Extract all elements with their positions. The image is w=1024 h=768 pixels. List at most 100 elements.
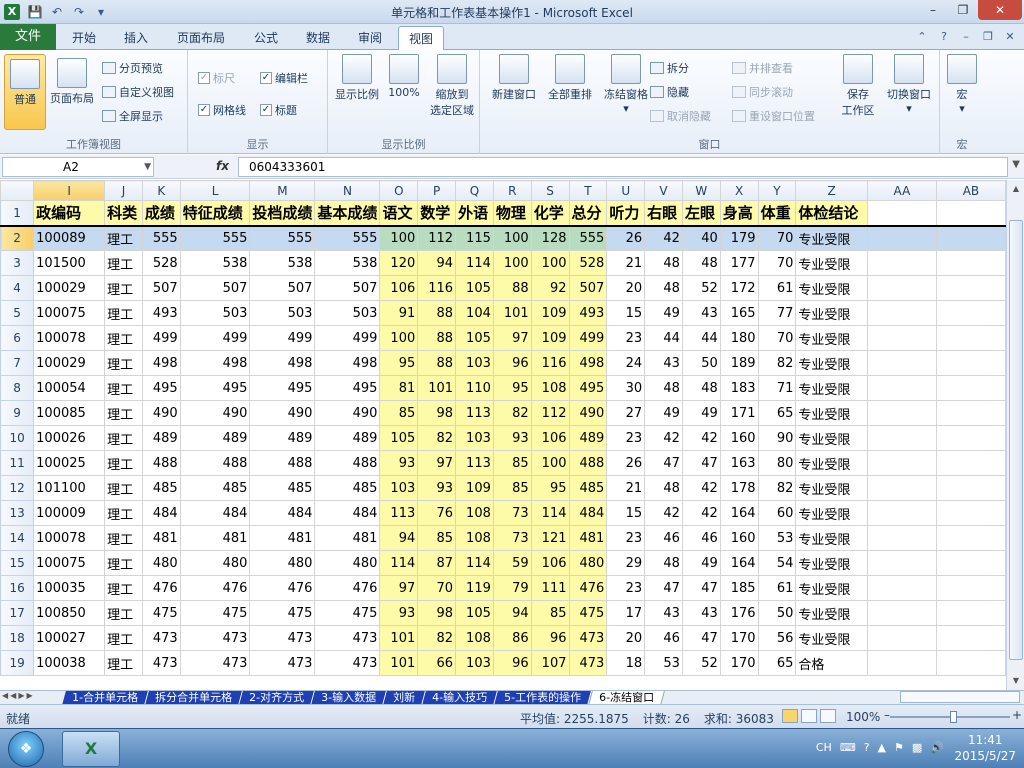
cell[interactable]: 489: [249, 425, 316, 451]
cell[interactable]: 476: [179, 575, 251, 601]
cell[interactable]: 101500: [33, 250, 106, 276]
cell[interactable]: 108: [455, 525, 494, 551]
cell[interactable]: 49: [681, 400, 721, 426]
cell[interactable]: 480: [179, 550, 251, 576]
cell[interactable]: 178: [719, 475, 759, 501]
cell[interactable]: 475: [314, 600, 381, 626]
reset-window-position-button[interactable]: 重设窗口位置: [732, 108, 815, 124]
row-header[interactable]: 1: [0, 200, 35, 227]
select-all-corner[interactable]: [0, 180, 35, 201]
cell[interactable]: 30: [606, 375, 646, 401]
cell[interactable]: 108: [455, 625, 494, 651]
cell[interactable]: 49: [681, 550, 721, 576]
macros-button[interactable]: 宏 ▾: [944, 54, 980, 115]
cell[interactable]: 43: [644, 600, 683, 626]
column-header[interactable]: K: [141, 180, 181, 201]
cell[interactable]: 172: [719, 275, 759, 301]
cell[interactable]: 114: [379, 550, 419, 576]
sheet-tab[interactable]: 2-对齐方式: [239, 691, 315, 704]
cell[interactable]: 538: [314, 250, 381, 276]
column-title-cell[interactable]: 左眼: [681, 200, 721, 227]
cell[interactable]: 103: [379, 475, 419, 501]
cell[interactable]: 87: [417, 550, 457, 576]
ruler-checkbox[interactable]: ✓ 标尺: [198, 70, 235, 86]
cell[interactable]: 555: [179, 225, 251, 251]
cell[interactable]: 65: [757, 400, 797, 426]
tab-file[interactable]: 文件: [0, 24, 56, 50]
cell[interactable]: 100078: [33, 325, 106, 351]
switch-windows-button[interactable]: 切换窗口 ▾: [882, 54, 936, 115]
cell[interactable]: 70: [417, 575, 457, 601]
cell[interactable]: 94: [417, 250, 457, 276]
cell[interactable]: 理工: [104, 225, 143, 251]
cell[interactable]: 490: [141, 400, 181, 426]
cell[interactable]: 484: [568, 500, 608, 526]
cell[interactable]: 507: [141, 275, 181, 301]
cell[interactable]: 493: [568, 300, 608, 326]
cell[interactable]: 96: [492, 350, 532, 376]
cell[interactable]: 484: [141, 500, 181, 526]
cell[interactable]: 85: [417, 525, 457, 551]
sheet-tab[interactable]: 1-合并单元格: [62, 691, 149, 704]
cell[interactable]: 73: [492, 500, 532, 526]
empty-cell[interactable]: [866, 275, 937, 301]
cell[interactable]: 498: [568, 350, 608, 376]
cell[interactable]: 专业受限: [795, 625, 868, 651]
column-title-cell[interactable]: 体重: [757, 200, 797, 227]
cell[interactable]: 96: [530, 625, 570, 651]
cell[interactable]: 47: [644, 575, 683, 601]
cell[interactable]: 23: [606, 425, 646, 451]
empty-cell[interactable]: [866, 650, 937, 676]
row-header[interactable]: 2: [0, 225, 35, 251]
empty-cell[interactable]: [935, 200, 1006, 227]
tab-data[interactable]: 数据: [296, 26, 340, 50]
cell[interactable]: 86: [492, 625, 532, 651]
cell[interactable]: 555: [249, 225, 316, 251]
cell[interactable]: 480: [314, 550, 381, 576]
cell[interactable]: 48: [681, 375, 721, 401]
cell[interactable]: 43: [681, 600, 721, 626]
empty-cell[interactable]: [935, 425, 1006, 451]
column-title-cell[interactable]: 外语: [455, 200, 494, 227]
column-header[interactable]: Z: [795, 180, 868, 201]
empty-cell[interactable]: [935, 550, 1006, 576]
cell[interactable]: 专业受限: [795, 300, 868, 326]
column-header[interactable]: X: [719, 180, 759, 201]
empty-cell[interactable]: [935, 225, 1006, 251]
cell[interactable]: 489: [314, 425, 381, 451]
cell[interactable]: 555: [568, 225, 608, 251]
cell[interactable]: 475: [179, 600, 251, 626]
cell[interactable]: 485: [179, 475, 251, 501]
column-header[interactable]: N: [314, 180, 381, 201]
vertical-scrollbar[interactable]: ▲ ▼: [1006, 180, 1024, 690]
insert-function-icon[interactable]: fx: [216, 159, 229, 173]
cell[interactable]: 47: [681, 575, 721, 601]
cell[interactable]: 476: [314, 575, 381, 601]
cell[interactable]: 507: [179, 275, 251, 301]
cell[interactable]: 90: [757, 425, 797, 451]
cell[interactable]: 109: [530, 300, 570, 326]
empty-cell[interactable]: [935, 500, 1006, 526]
column-header[interactable]: R: [492, 180, 532, 201]
cell[interactable]: 专业受限: [795, 575, 868, 601]
column-title-cell[interactable]: 右眼: [644, 200, 683, 227]
column-header[interactable]: V: [644, 180, 683, 201]
formula-bar-checkbox[interactable]: ✓ 编辑栏: [260, 70, 308, 86]
tab-insert[interactable]: 插入: [112, 26, 160, 50]
empty-cell[interactable]: [935, 375, 1006, 401]
cell[interactable]: 120: [379, 250, 419, 276]
empty-cell[interactable]: [935, 400, 1006, 426]
cell[interactable]: 50: [757, 600, 797, 626]
horizontal-scrollbar[interactable]: [900, 691, 1020, 703]
cell[interactable]: 理工: [104, 550, 143, 576]
cell[interactable]: 100: [530, 250, 570, 276]
gridlines-checkbox[interactable]: ✓ 网格线: [198, 102, 246, 118]
cell[interactable]: 499: [314, 325, 381, 351]
cell[interactable]: 100: [530, 450, 570, 476]
cell[interactable]: 42: [644, 500, 683, 526]
cell[interactable]: 101: [492, 300, 532, 326]
cell[interactable]: 88: [417, 350, 457, 376]
cell[interactable]: 488: [141, 450, 181, 476]
cell[interactable]: 21: [606, 475, 646, 501]
empty-cell[interactable]: [866, 500, 937, 526]
